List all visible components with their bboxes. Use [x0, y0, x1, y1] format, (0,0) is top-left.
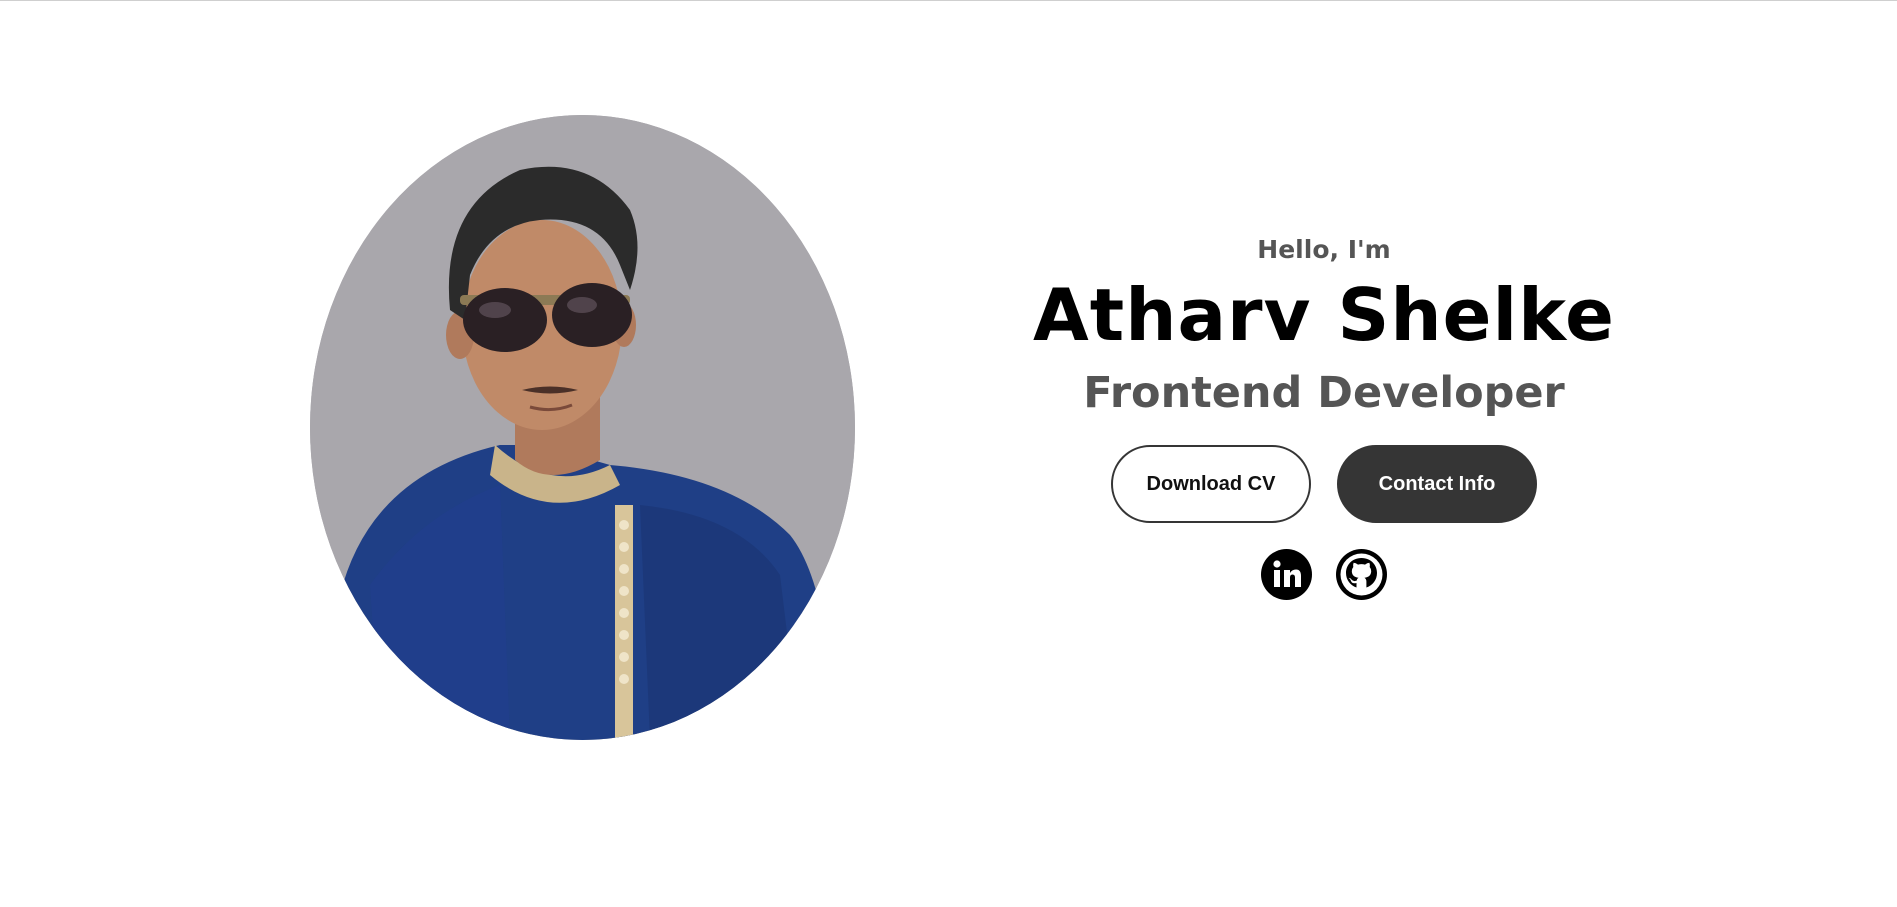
linkedin-link[interactable] [1261, 549, 1312, 600]
profile-photo-illustration [310, 115, 855, 740]
download-cv-button[interactable]: Download CV [1111, 445, 1311, 523]
button-row: Download CV Contact Info [1024, 445, 1624, 523]
name-title: Atharv Shelke [1033, 273, 1615, 357]
contact-info-button[interactable]: Contact Info [1337, 445, 1537, 523]
github-icon [1336, 549, 1387, 600]
hero-section: Hello, I'm Atharv Shelke Frontend Develo… [0, 0, 1897, 907]
intro-section: Hello, I'm Atharv Shelke Frontend Develo… [1024, 225, 1624, 600]
role-subtitle: Frontend Developer [1083, 368, 1565, 418]
linkedin-icon [1261, 549, 1312, 600]
profile-picture [310, 115, 855, 740]
greeting-text: Hello, I'm [1257, 235, 1391, 264]
social-links [1024, 549, 1624, 600]
github-link[interactable] [1336, 549, 1387, 600]
